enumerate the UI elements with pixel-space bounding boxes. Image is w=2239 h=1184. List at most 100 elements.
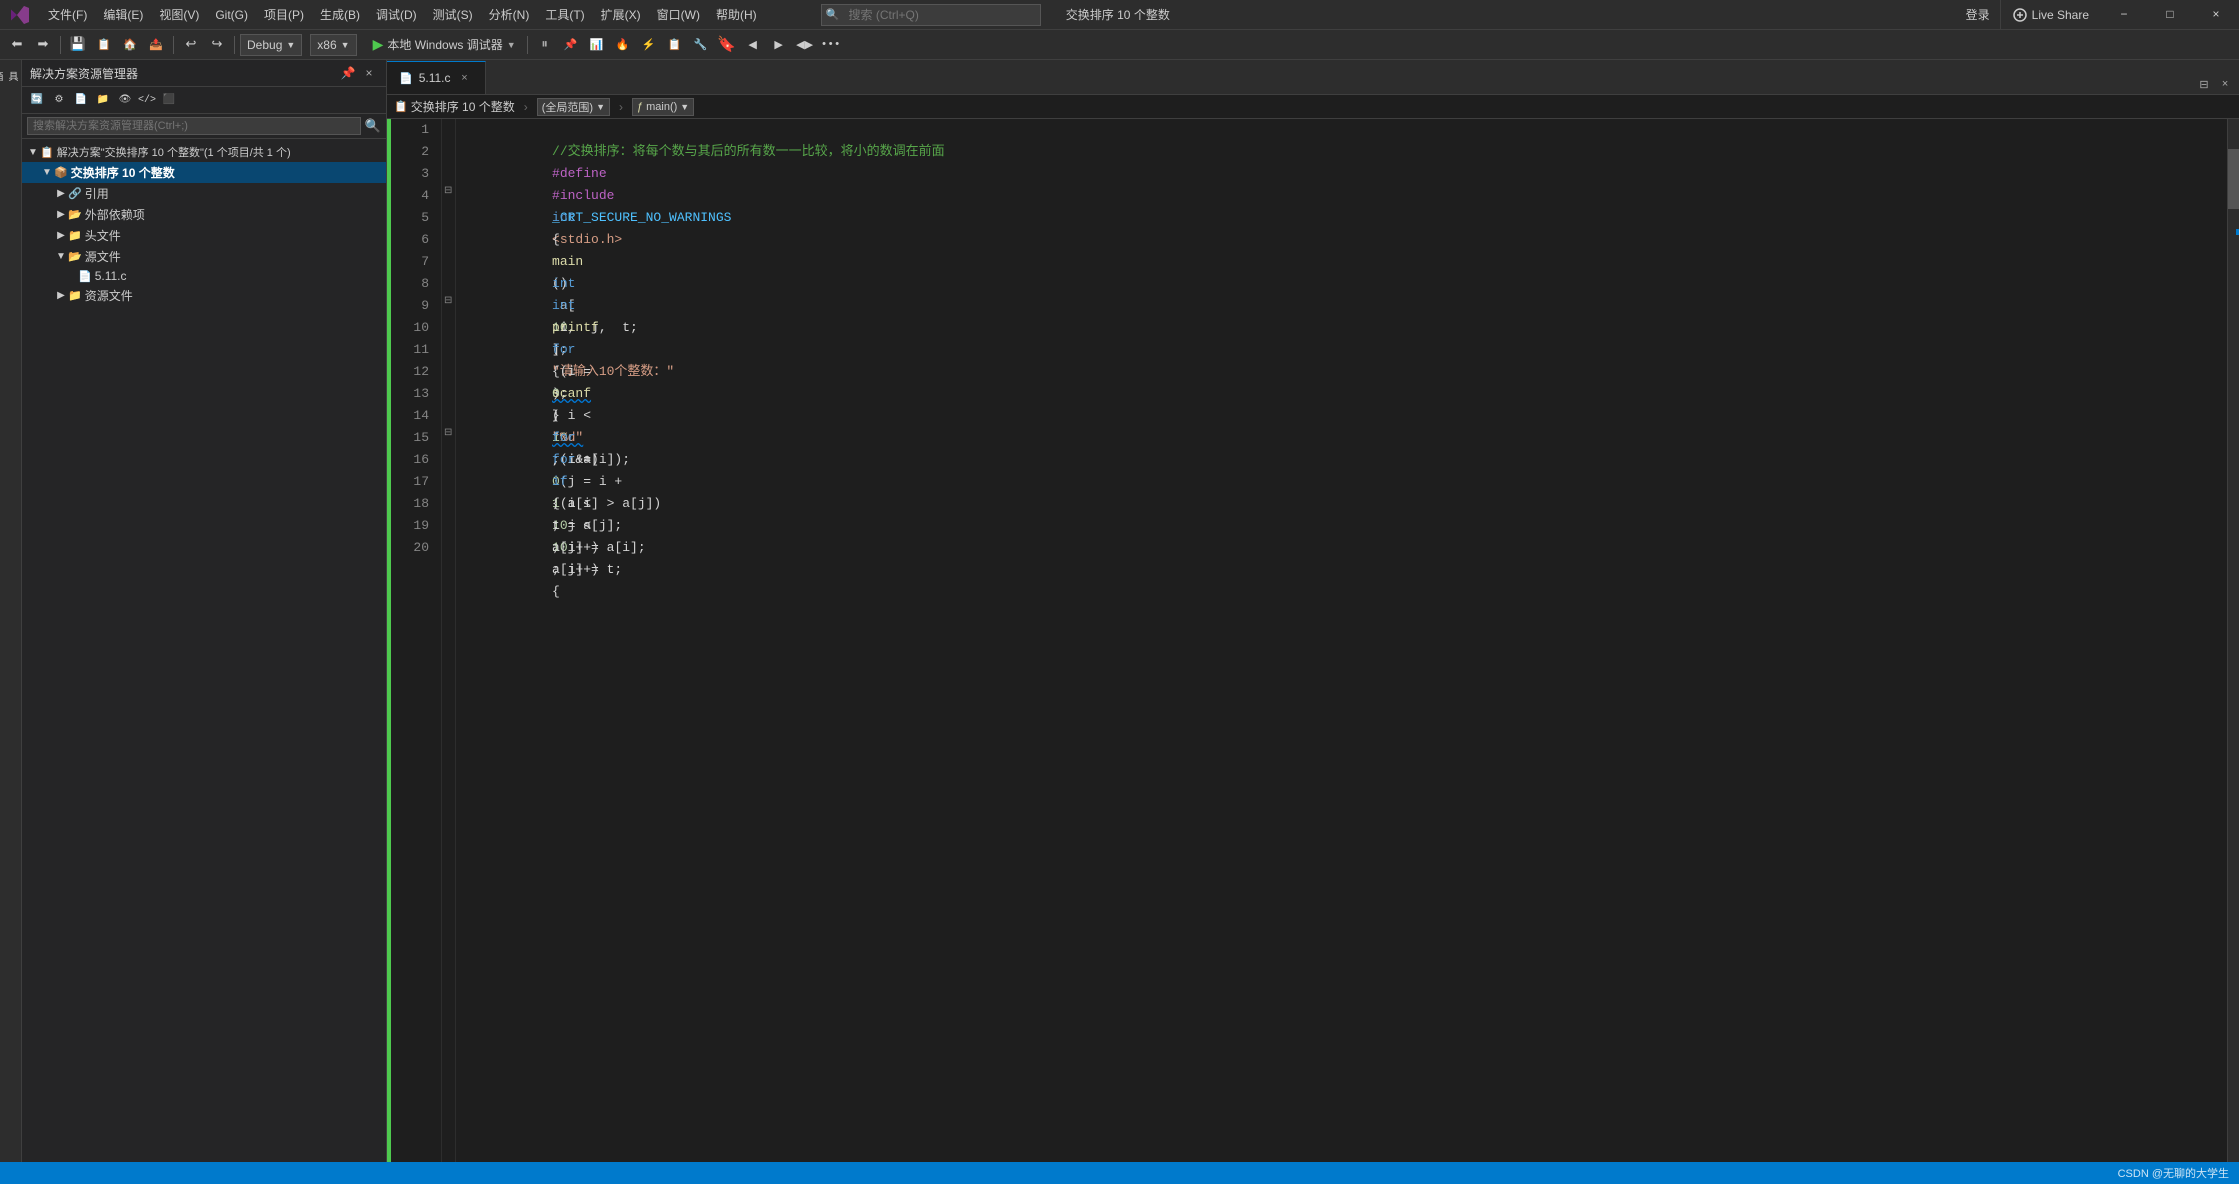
code-line-11: scanf ( "%d" , &a[i]);: [466, 339, 2227, 361]
toolbar-sep-2: [173, 36, 174, 54]
sidebar-properties-btn[interactable]: ⚙: [49, 90, 69, 110]
toolbar-nav1-btn[interactable]: ◀: [741, 33, 765, 57]
toolbar-fwd-btn[interactable]: ➡: [31, 33, 55, 57]
code-comment-1: //交换排序：将每个数与其后的所有数一一比较，将小的数调在前面: [552, 144, 945, 159]
debug-config-label: Debug: [247, 38, 282, 52]
resource-files-arrow-icon: ▶: [54, 290, 68, 301]
toolbar-hotspot-btn[interactable]: 🔥: [611, 33, 635, 57]
breadcrumb-func-dropdown[interactable]: ƒ main() ▼: [632, 98, 694, 116]
toolbar-more1-btn[interactable]: ⚡: [637, 33, 661, 57]
sidebar-search-input[interactable]: [27, 117, 361, 135]
toolbar-nav3-btn[interactable]: ◀▶: [793, 33, 817, 57]
line-num-8: 8: [387, 273, 429, 295]
editor-area: 📄 5.11.c × ⊟ × 📋 交换排序 10 个整数 › (全局范围) ▼: [387, 60, 2239, 1162]
debug-config-dropdown[interactable]: Debug ▼: [240, 34, 302, 56]
maximize-button[interactable]: □: [2147, 0, 2193, 30]
references-icon: 🔗: [68, 187, 82, 200]
toolbar-save-all-btn[interactable]: 💾: [66, 33, 90, 57]
sidebar-pin-btn[interactable]: 📌: [339, 64, 357, 82]
toolbar-nav4-btn[interactable]: •••: [819, 33, 843, 57]
code-editor-content[interactable]: //交换排序：将每个数与其后的所有数一一比较，将小的数调在前面 #define …: [456, 119, 2227, 1162]
close-button[interactable]: ×: [2193, 0, 2239, 30]
arch-dropdown[interactable]: x86 ▼: [310, 34, 356, 56]
tab-511c[interactable]: 📄 5.11.c ×: [387, 61, 486, 94]
header-files-item[interactable]: ▶ 📁 头文件: [22, 225, 386, 246]
toolbar-redo-btn[interactable]: ↪: [205, 33, 229, 57]
fold-marker-4[interactable]: ⊟: [444, 185, 452, 197]
menu-window[interactable]: 窗口(W): [649, 0, 708, 30]
breadcrumb-scope[interactable]: (全局范围) ▼: [530, 95, 617, 118]
live-share-icon: [2013, 8, 2027, 22]
activity-solution-explorer[interactable]: 工具箱: [0, 65, 22, 87]
minimize-button[interactable]: −: [2101, 0, 2147, 30]
sidebar-search-btn[interactable]: 🔍: [361, 119, 381, 134]
sidebar-newfolder-btn[interactable]: 📁: [93, 90, 113, 110]
menu-tools[interactable]: 工具(T): [537, 0, 592, 30]
sidebar-sync-btn[interactable]: 🔄: [27, 90, 47, 110]
external-deps-item[interactable]: ▶ 📂 外部依赖项: [22, 204, 386, 225]
toolbar-perf-btn[interactable]: 📊: [585, 33, 609, 57]
close-all-btn[interactable]: ×: [2216, 76, 2234, 94]
menu-git[interactable]: Git(G): [207, 0, 256, 30]
source-files-folder-icon: 📂: [68, 250, 82, 263]
menu-analyze[interactable]: 分析(N): [481, 0, 538, 30]
line-num-16: 16: [387, 449, 429, 471]
fold-marker-15[interactable]: ⊟: [444, 427, 452, 439]
breadcrumb-project[interactable]: 📋 交换排序 10 个整数: [387, 95, 522, 118]
scrollbar-thumb[interactable]: [2228, 149, 2239, 209]
toolbar-startpage-btn[interactable]: 🏠: [118, 33, 142, 57]
code-line-10: {: [466, 317, 2227, 339]
global-search-box[interactable]: 🔍: [821, 4, 1041, 26]
code-line-4: int main (): [466, 185, 2227, 207]
run-debugger-button[interactable]: ▶ 本地 Windows 调试器 ▼: [367, 34, 522, 56]
menu-project[interactable]: 项目(P): [256, 0, 312, 30]
sidebar-close-btn[interactable]: ×: [360, 64, 378, 82]
menu-ext[interactable]: 扩展(X): [593, 0, 649, 30]
split-editor-btn[interactable]: ⊟: [2195, 76, 2213, 94]
toolbar-sep-1: [60, 36, 61, 54]
resource-files-label: 资源文件: [85, 287, 133, 304]
code-container[interactable]: 1 2 3 4 5 6 7 8 9 10 11 12 13 14 15 16 1…: [387, 119, 2239, 1162]
toolbar-bookmark-btn[interactable]: 🔖: [715, 33, 739, 57]
editor-scrollbar[interactable]: [2227, 119, 2239, 1162]
sidebar-code-btn[interactable]: </>: [137, 90, 157, 110]
line-num-9: 9: [387, 295, 429, 317]
references-item[interactable]: ▶ 🔗 引用: [22, 183, 386, 204]
menu-debug[interactable]: 调试(D): [368, 0, 425, 30]
menu-view[interactable]: 视图(V): [151, 0, 207, 30]
toolbar-nav2-btn[interactable]: ▶: [767, 33, 791, 57]
menu-build[interactable]: 生成(B): [312, 0, 368, 30]
toolbar-more3-btn[interactable]: 🔧: [689, 33, 713, 57]
breadcrumb-sep-2: ›: [617, 100, 625, 114]
source-files-label: 源文件: [85, 248, 121, 265]
toolbar-save-btn[interactable]: 📋: [92, 33, 116, 57]
menu-test[interactable]: 测试(S): [425, 0, 481, 30]
file-511c-item[interactable]: 📄 5.11.c: [22, 267, 386, 285]
breadcrumb-scope-dropdown[interactable]: (全局范围) ▼: [537, 98, 610, 116]
toolbar-more2-btn[interactable]: 📋: [663, 33, 687, 57]
login-button[interactable]: 登录: [1956, 6, 2000, 23]
source-files-item[interactable]: ▼ 📂 源文件: [22, 246, 386, 267]
live-share-button[interactable]: Live Share: [2000, 0, 2101, 30]
fold-marker-9[interactable]: ⊟: [444, 295, 452, 307]
toolbar-undo-btn[interactable]: ↩: [179, 33, 203, 57]
solution-root-item[interactable]: ▼ 📋 解决方案"交换排序 10 个整数"(1 个项目/共 1 个): [22, 142, 386, 162]
resource-files-item[interactable]: ▶ 📁 资源文件: [22, 285, 386, 306]
menu-help[interactable]: 帮助(H): [708, 0, 765, 30]
toolbar-pin-btn[interactable]: 📌: [559, 33, 583, 57]
toolbar-pause-btn[interactable]: ⏸: [533, 33, 557, 57]
ext-deps-icon: 📂: [68, 208, 82, 221]
sidebar-view-btn[interactable]: 👁: [115, 90, 135, 110]
toolbar-back-btn[interactable]: ⬅: [5, 33, 29, 57]
sidebar-newfile-btn[interactable]: 📄: [71, 90, 91, 110]
menu-file[interactable]: 文件(F): [40, 0, 95, 30]
toolbar-publish-btn[interactable]: 📤: [144, 33, 168, 57]
sidebar-class-btn[interactable]: ⬛: [159, 90, 179, 110]
search-input[interactable]: [844, 8, 1024, 22]
line-num-14: 14: [387, 405, 429, 427]
menu-edit[interactable]: 编辑(E): [95, 0, 151, 30]
code-macro-name: _CRT_SECURE_NO_WARNINGS: [552, 210, 731, 225]
breadcrumb-func[interactable]: ƒ main() ▼: [625, 95, 701, 118]
project-item[interactable]: ▼ 📦 交换排序 10 个整数: [22, 162, 386, 183]
tab-511c-close-icon[interactable]: ×: [457, 70, 473, 86]
